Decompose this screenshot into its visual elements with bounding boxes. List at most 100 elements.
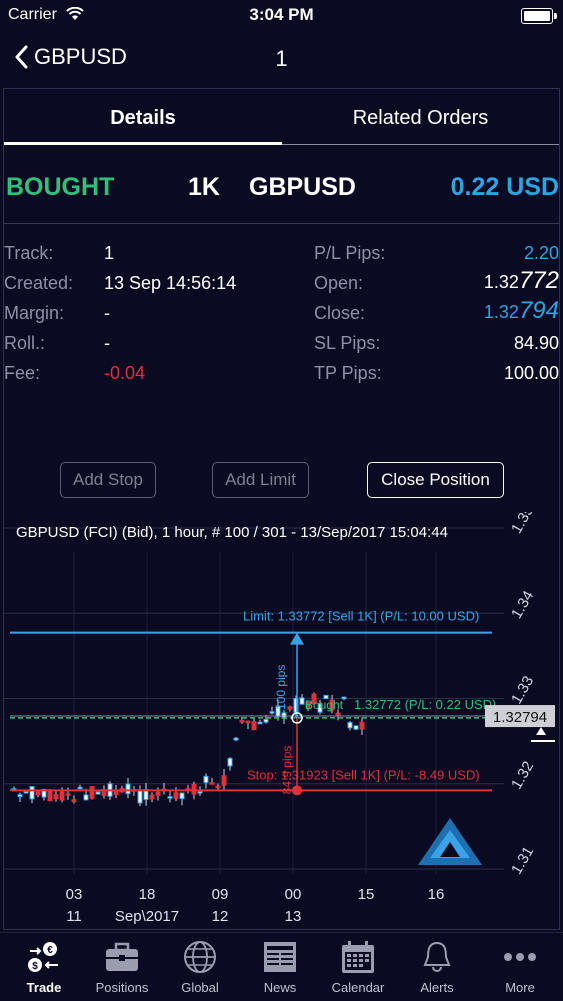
candle-body	[35, 791, 41, 796]
candle-body	[299, 697, 305, 705]
track-label: Track:	[4, 243, 54, 263]
sl-pips-value: 84.90	[513, 333, 559, 353]
position-summary: BOUGHT 1K GBPUSD 0.22 USD	[4, 173, 559, 209]
detail-row: Track: 1 P/L Pips: 2.20	[4, 243, 559, 267]
x-tick-label: 18	[139, 886, 156, 903]
x-tick-label: 00	[285, 886, 302, 903]
chart-canvas[interactable]: 100 pips84.9 pipsLimit: 1.33772 [Sell 1K…	[4, 512, 559, 930]
candle-body	[59, 791, 65, 801]
news-icon	[264, 942, 296, 972]
x-tick-label: 11	[66, 908, 82, 925]
summary-divider	[4, 223, 559, 224]
y-tick-label: 1.33	[508, 673, 537, 707]
svg-text:$: $	[32, 961, 38, 972]
pl-pips-value: 2.20	[523, 243, 559, 263]
candle-body	[173, 792, 179, 799]
close-position-button[interactable]: Close Position	[367, 462, 504, 498]
x-tick-label: 09	[212, 886, 229, 903]
calendar-icon	[342, 941, 374, 973]
bought-prefix-label: Bought	[305, 698, 344, 712]
current-price-label: 1.32794	[493, 709, 547, 726]
created-label: Created:	[4, 273, 74, 293]
candle-body	[221, 775, 227, 786]
tab-positions[interactable]: Positions	[82, 933, 162, 1001]
candle-body	[53, 794, 59, 800]
svg-text:€: €	[47, 945, 53, 956]
open-price-prefix: 1.32	[483, 272, 519, 292]
pl-pips-label: P/L Pips:	[314, 243, 386, 263]
open-price: 1.32772	[484, 267, 559, 295]
close-price-prefix: 1.32	[483, 302, 519, 322]
tab-indicator	[4, 142, 282, 145]
y-tick-label: 1.31	[508, 844, 537, 878]
tab-calendar[interactable]: Calendar	[318, 933, 398, 1001]
chart-header: GBPUSD (FCI) (Bid), 1 hour, # 100 / 301 …	[16, 524, 448, 541]
limit-pips-label: 100 pips	[274, 665, 288, 710]
candle-body	[71, 799, 77, 803]
tab-more[interactable]: More	[480, 933, 560, 1001]
tab-news-label: News	[263, 980, 297, 995]
candle-body	[347, 721, 353, 729]
add-limit-button[interactable]: Add Limit	[212, 462, 309, 498]
more-icon	[504, 953, 536, 961]
tab-alerts[interactable]: Alerts	[397, 933, 477, 1001]
candle-body	[353, 725, 359, 730]
tp-pips-label: TP Pips:	[314, 363, 382, 383]
battery-icon	[521, 8, 557, 24]
candle-body	[29, 786, 35, 800]
tab-details[interactable]: Details	[4, 107, 282, 130]
candle-body	[77, 786, 83, 790]
candle-body	[257, 721, 263, 725]
nav-title: 1	[275, 46, 288, 71]
fee-label: Fee:	[4, 363, 41, 383]
candle-body	[23, 790, 29, 794]
x-tick-label: Sep\2017	[115, 908, 179, 925]
add-stop-button[interactable]: Add Stop	[60, 462, 156, 498]
candle-body	[191, 783, 197, 795]
roll-value: -	[104, 333, 110, 353]
candle-body	[251, 721, 257, 731]
tab-more-label: More	[505, 980, 535, 995]
detail-row: Roll.: - SL Pips: 84.90	[4, 333, 559, 357]
tab-related-orders[interactable]: Related Orders	[282, 107, 559, 130]
candle-body	[233, 737, 239, 741]
tab-calendar-label: Calendar	[331, 980, 385, 995]
summary-symbol: GBPUSD	[249, 173, 356, 201]
tab-global[interactable]: Global	[160, 933, 240, 1001]
tab-news[interactable]: News	[240, 933, 320, 1001]
candle-body	[137, 789, 143, 804]
bell-icon	[423, 941, 451, 972]
candle-body	[209, 782, 215, 785]
summary-quantity: 1K	[188, 173, 220, 201]
close-price-pips: 794	[518, 297, 559, 324]
candle-body	[113, 790, 119, 795]
detail-row: Fee: -0.04 TP Pips: 100.00	[4, 363, 559, 387]
price-chart[interactable]: 100 pips 84.9 pips Limit: 1.33772 [Sell 1K…	[4, 512, 559, 930]
candle-body	[227, 757, 233, 767]
candle-body	[65, 793, 71, 796]
margin-value: -	[104, 303, 110, 323]
candle-body	[239, 720, 245, 723]
candle-body	[167, 796, 173, 799]
tab-bar: Details Related Orders	[4, 89, 559, 147]
margin-label: Margin:	[4, 303, 65, 323]
globe-icon	[184, 941, 216, 973]
candle-body	[155, 791, 161, 796]
brand-logo-icon	[418, 818, 482, 865]
y-tick-label: 1.34	[508, 588, 537, 622]
candle-body	[83, 794, 89, 801]
tab-trade[interactable]: € $ Trade	[4, 933, 84, 1001]
y-tick-label: 1.35	[508, 512, 537, 536]
fee-value: -0.04	[104, 363, 146, 383]
roll-label: Roll.:	[4, 333, 46, 353]
tab-divider	[282, 144, 559, 145]
tab-global-label: Global	[181, 980, 219, 995]
open-price-pips: 772	[518, 267, 559, 294]
status-bar: Carrier 3:04 PM	[0, 0, 563, 30]
x-tick-label: 03	[66, 886, 83, 903]
candle-body	[359, 722, 365, 730]
tab-positions-label: Positions	[95, 980, 149, 995]
candle-body	[95, 791, 101, 795]
status-time: 3:04 PM	[249, 5, 314, 24]
detail-row: Margin: - Close: 1.32794	[4, 297, 559, 327]
